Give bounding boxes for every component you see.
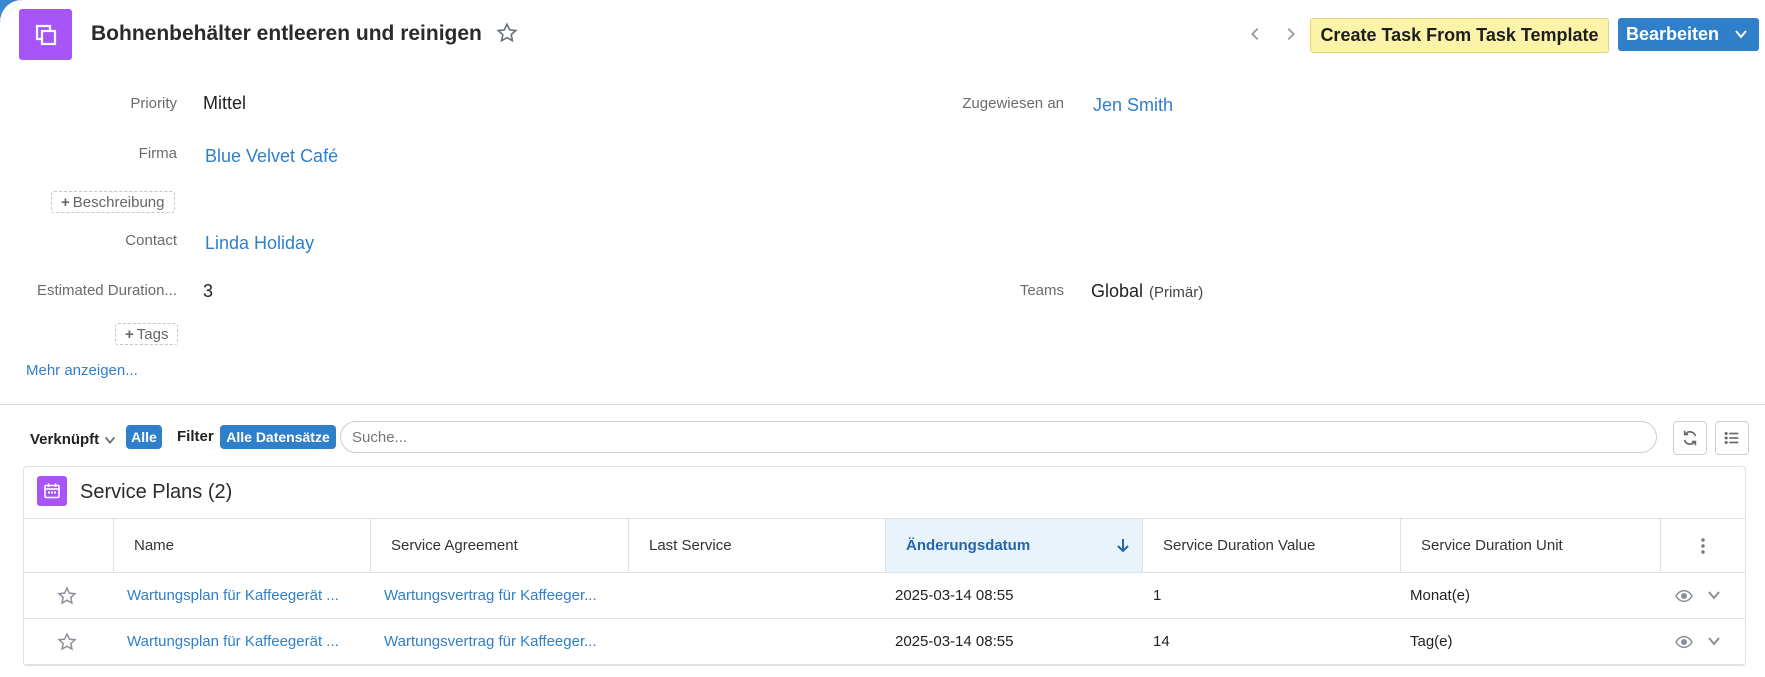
company-value[interactable]: Blue Velvet Café: [205, 146, 338, 167]
column-menu-button[interactable]: [1660, 519, 1745, 572]
column-header-duration-value[interactable]: Service Duration Value: [1142, 519, 1400, 572]
chevron-down-icon: [105, 436, 116, 444]
column-header-service-agreement[interactable]: Service Agreement: [370, 519, 628, 572]
table-header: Name Service Agreement Last Service Ände…: [24, 518, 1745, 573]
column-header-modified-label: Änderungsdatum: [906, 537, 1031, 554]
duration-label: Estimated Duration...: [36, 282, 177, 299]
table-row[interactable]: Wartungsplan für Kaffeegerät ... Wartung…: [24, 619, 1745, 665]
all-records-pill[interactable]: Alle Datensätze: [220, 425, 336, 449]
priority-value: Mittel: [203, 93, 247, 113]
cell-modified: 2025-03-14 08:55: [895, 587, 1014, 604]
plus-icon: +: [61, 193, 70, 211]
star-icon[interactable]: [57, 632, 77, 652]
assigned-label: Zugewiesen an: [962, 95, 1064, 112]
all-pill[interactable]: Alle: [126, 425, 162, 449]
contact-label: Contact: [125, 232, 177, 249]
calendar-icon: [37, 476, 67, 506]
kebab-icon: [1701, 537, 1705, 554]
column-header-name[interactable]: Name: [113, 519, 370, 572]
refresh-button[interactable]: [1673, 421, 1707, 455]
cell-duration-unit: Tag(e): [1410, 633, 1453, 650]
search-input[interactable]: [340, 421, 1657, 453]
chevron-down-icon[interactable]: [1706, 633, 1722, 649]
show-more-link[interactable]: Mehr anzeigen...: [26, 362, 138, 379]
eye-icon[interactable]: [1675, 634, 1693, 650]
add-tags-button[interactable]: + Tags: [115, 323, 179, 345]
eye-icon[interactable]: [1675, 588, 1693, 604]
cell-duration-unit: Monat(e): [1410, 587, 1471, 604]
cell-modified: 2025-03-14 08:55: [895, 633, 1014, 650]
linked-dropdown[interactable]: Verknüpft: [30, 431, 117, 448]
chevron-down-icon[interactable]: [1706, 587, 1722, 603]
duration-value: 3: [203, 281, 214, 301]
column-header-modified[interactable]: Änderungsdatum: [885, 519, 1142, 572]
entity-icon: [19, 9, 72, 60]
teams-name: Global: [1091, 281, 1144, 301]
company-label: Firma: [138, 145, 177, 162]
linked-label: Verknüpft: [30, 431, 100, 448]
cell-name[interactable]: Wartungsplan für Kaffeegerät ...: [127, 619, 362, 664]
panel-title: Service Plans (2): [80, 481, 233, 503]
cell-last-service: [642, 573, 877, 618]
create-task-from-template-button[interactable]: Create Task From Task Template: [1310, 18, 1609, 53]
chevron-down-icon[interactable]: [1733, 26, 1749, 42]
contact-value[interactable]: Linda Holiday: [205, 233, 314, 254]
add-description-label: Beschreibung: [72, 193, 165, 211]
cell-service-agreement[interactable]: Wartungsvertrag für Kaffeeger...: [384, 573, 619, 618]
add-description-button[interactable]: + Beschreibung: [51, 191, 175, 213]
primary-tag: (Primär): [1149, 284, 1204, 301]
star-icon[interactable]: [496, 22, 518, 44]
edit-button-label: Bearbeiten: [1626, 24, 1720, 44]
assigned-value[interactable]: Jen Smith: [1093, 95, 1173, 116]
service-plans-panel: Service Plans (2) Name Service Agreement…: [23, 466, 1746, 666]
star-icon[interactable]: [57, 586, 77, 606]
add-tags-label: Tags: [136, 325, 169, 343]
record-header: Bohnenbehälter entleeren und reinigen Cr…: [0, 0, 1765, 70]
teams-label: Teams: [1019, 282, 1064, 299]
teams-value: Global (Primär): [1091, 281, 1203, 302]
page-title: Bohnenbehälter entleeren und reinigen: [91, 22, 482, 45]
priority-label: Priority: [130, 95, 177, 112]
cell-service-agreement[interactable]: Wartungsvertrag für Kaffeeger...: [384, 619, 619, 664]
column-header-duration-unit[interactable]: Service Duration Unit: [1400, 519, 1660, 572]
plus-icon: +: [125, 325, 134, 343]
cell-last-service: [642, 619, 877, 664]
divider: [0, 404, 1765, 405]
edit-button[interactable]: Bearbeiten: [1618, 18, 1759, 51]
column-header-last-service[interactable]: Last Service: [628, 519, 885, 572]
cell-name[interactable]: Wartungsplan für Kaffeegerät ...: [127, 573, 362, 618]
chevron-right-icon[interactable]: [1282, 24, 1300, 44]
table-row[interactable]: Wartungsplan für Kaffeegerät ... Wartung…: [24, 573, 1745, 619]
chevron-left-icon[interactable]: [1246, 24, 1264, 44]
arrow-down-icon: [1117, 539, 1129, 553]
refresh-icon: [1683, 430, 1697, 446]
list-view-button[interactable]: [1715, 421, 1749, 455]
cell-duration-value: 1: [1153, 587, 1162, 604]
cell-duration-value: 14: [1153, 633, 1170, 650]
list-icon: [1724, 431, 1739, 445]
filter-label: Filter: [177, 428, 214, 445]
